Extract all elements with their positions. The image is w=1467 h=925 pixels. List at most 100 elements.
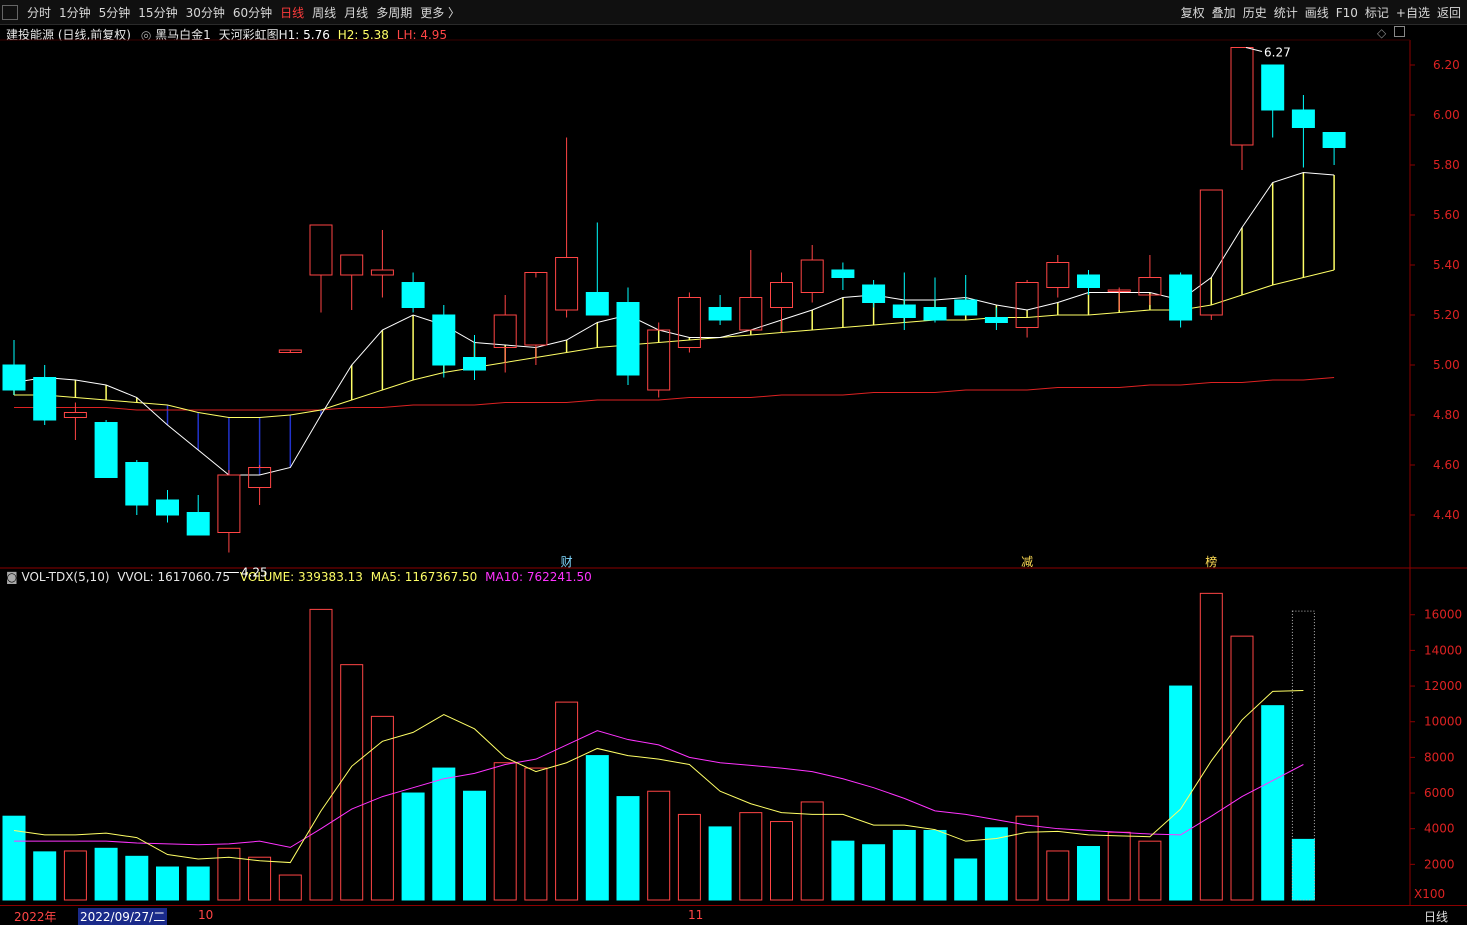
candle-body bbox=[524, 272, 548, 346]
volume-tick-label: 4000 bbox=[1424, 822, 1455, 836]
candle-body bbox=[892, 304, 916, 318]
kline-chart[interactable]: 6.20 6.00 5.80 5.60 5.40 5.20 5.00 4.80 4.60 4.40… bbox=[0, 0, 1467, 924]
candle-body bbox=[493, 314, 517, 348]
price-tick-label: 5.20 bbox=[1433, 308, 1460, 322]
candle-body bbox=[831, 269, 855, 278]
candle-body bbox=[1291, 109, 1315, 128]
volume-bar bbox=[647, 790, 671, 901]
volume-bar bbox=[524, 767, 548, 901]
volume-bar bbox=[862, 844, 886, 901]
volume-ma10-line bbox=[14, 730, 1304, 848]
candle-body bbox=[94, 422, 118, 478]
volume-bar bbox=[309, 608, 333, 901]
candle-body bbox=[862, 284, 886, 303]
candle-body bbox=[401, 282, 425, 308]
date-bar: 2022年 2022/09/27/二 10 11 日线 bbox=[0, 905, 1467, 925]
volume-bar bbox=[493, 762, 517, 901]
period-label[interactable]: 日线 bbox=[1424, 908, 1448, 925]
candle-body bbox=[370, 269, 394, 276]
price-tick-label: 6.00 bbox=[1433, 108, 1460, 122]
volume-ma5-line bbox=[13, 690, 1304, 864]
volume-bar bbox=[1077, 846, 1100, 901]
candle-body bbox=[555, 257, 579, 311]
volume-bar bbox=[1015, 815, 1039, 901]
volume-bar bbox=[1261, 705, 1285, 901]
volume-bar bbox=[1046, 850, 1070, 901]
volume-bar bbox=[1169, 685, 1193, 901]
volume-bar bbox=[186, 866, 210, 901]
volume-bar bbox=[63, 850, 87, 901]
cursor-date: 2022/09/27/二 bbox=[78, 908, 168, 925]
low-price-label: 4.25 bbox=[241, 566, 268, 580]
volume-bar bbox=[94, 847, 118, 901]
candle-body bbox=[923, 307, 947, 321]
volume-tick-label: 6000 bbox=[1424, 786, 1455, 800]
volume-bar bbox=[923, 829, 947, 901]
candle-body bbox=[800, 259, 824, 293]
volume-multiplier: X100 bbox=[1414, 887, 1445, 901]
candle-body bbox=[340, 254, 364, 276]
volume-bar bbox=[156, 866, 179, 901]
candle-body bbox=[770, 282, 793, 308]
volume-bar bbox=[1138, 840, 1162, 901]
event-marker-2: 榜 bbox=[1205, 554, 1217, 569]
month-10-label: 10 bbox=[198, 908, 214, 922]
price-tick-label: 5.60 bbox=[1433, 208, 1460, 222]
volume-bar bbox=[1199, 592, 1223, 901]
volume-bar bbox=[370, 715, 394, 901]
candle-body bbox=[33, 377, 57, 421]
candle-body bbox=[1322, 132, 1346, 148]
candle-body bbox=[463, 357, 486, 371]
volume-bar bbox=[1107, 831, 1131, 901]
candle-body bbox=[739, 297, 763, 331]
volume-bar bbox=[800, 801, 824, 901]
candle-body bbox=[432, 314, 456, 366]
high-pointer bbox=[1245, 47, 1263, 52]
candle-body bbox=[309, 224, 333, 276]
price-tick-label: 5.00 bbox=[1433, 358, 1460, 372]
high-price-label: 6.27 bbox=[1264, 46, 1291, 60]
volume-bar bbox=[739, 812, 763, 901]
candle-body bbox=[125, 462, 149, 506]
candle-body bbox=[186, 512, 210, 536]
ma-red-line bbox=[14, 377, 1335, 411]
ma-white-line bbox=[13, 171, 1335, 476]
volume-bar bbox=[585, 755, 609, 901]
candle-body bbox=[984, 317, 1008, 323]
volume-bar bbox=[2, 815, 26, 901]
volume-tick-label: 10000 bbox=[1424, 715, 1462, 729]
candle-body bbox=[1077, 274, 1100, 288]
volume-bar bbox=[616, 796, 640, 901]
volume-bar bbox=[33, 851, 57, 901]
volume-bar bbox=[217, 847, 241, 901]
price-tick-label: 4.80 bbox=[1433, 408, 1460, 422]
volume-bar bbox=[677, 813, 701, 901]
candle-body bbox=[1169, 274, 1193, 321]
candle-body bbox=[2, 364, 26, 391]
volume-bar bbox=[555, 701, 579, 901]
candle-body bbox=[63, 412, 87, 418]
volume-bar bbox=[770, 821, 793, 901]
volume-bar bbox=[125, 855, 149, 901]
volume-bar bbox=[463, 790, 486, 901]
price-tick-label: 5.40 bbox=[1433, 258, 1460, 272]
year-label: 2022年 bbox=[14, 910, 57, 924]
candle-body bbox=[156, 499, 179, 516]
volume-bar bbox=[248, 856, 272, 901]
month-11-label: 11 bbox=[688, 908, 704, 922]
price-tick-label: 4.40 bbox=[1433, 508, 1460, 522]
volume-tick-label: 14000 bbox=[1424, 643, 1462, 657]
price-tick-label: 5.80 bbox=[1433, 158, 1460, 172]
price-tick-label: 4.60 bbox=[1433, 458, 1460, 472]
price-tick-label: 6.20 bbox=[1433, 58, 1460, 72]
event-marker-1: 减 bbox=[1021, 555, 1033, 569]
volume-bar bbox=[340, 664, 364, 901]
volume-tick-label: 16000 bbox=[1424, 608, 1462, 622]
candle-body bbox=[1015, 282, 1039, 328]
event-marker-0: 财 bbox=[561, 555, 573, 569]
candle-body bbox=[217, 474, 241, 533]
volume-bar bbox=[708, 826, 732, 901]
volume-tick-label: 12000 bbox=[1424, 679, 1462, 693]
volume-bar bbox=[432, 767, 456, 901]
volume-bar bbox=[954, 858, 978, 901]
